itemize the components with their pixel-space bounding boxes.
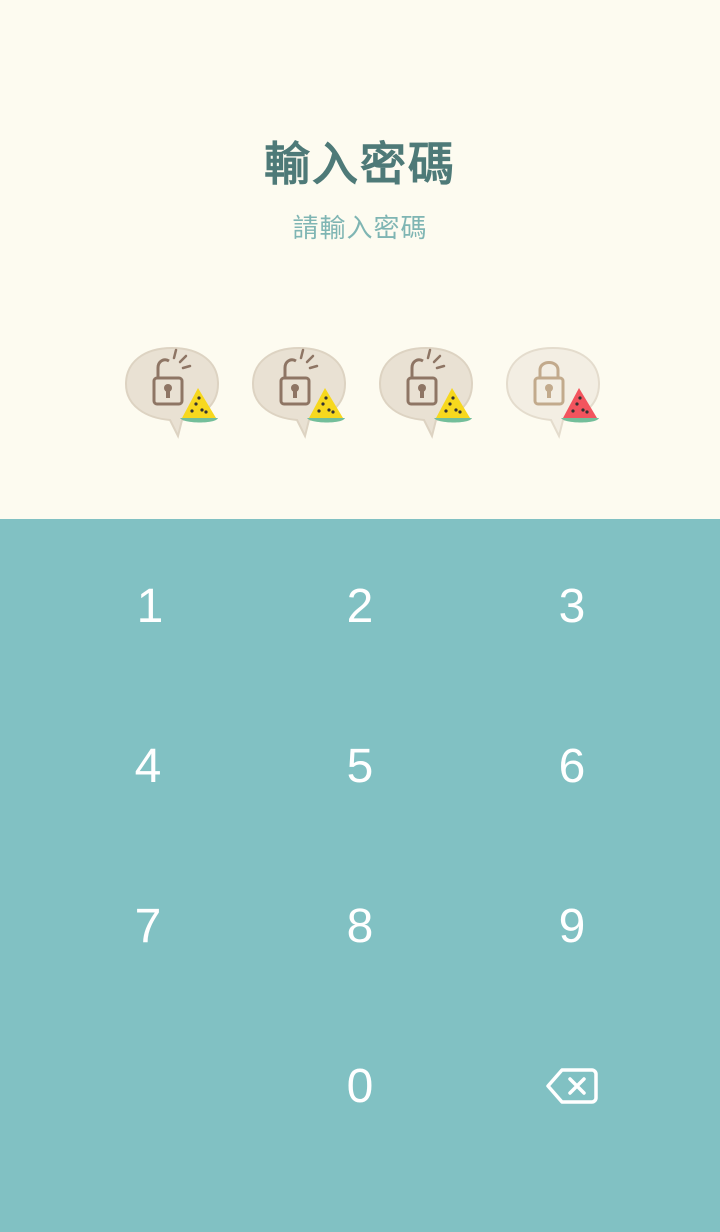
passcode-slot-3 <box>374 340 484 450</box>
passcode-slot-2 <box>247 340 357 450</box>
passcode-header-area: 輸入密碼 請輸入密碼 <box>0 0 720 519</box>
passcode-slot-4 <box>501 340 611 450</box>
unlocked-padlock-speech-bubble-icon <box>251 346 347 439</box>
unlocked-padlock-speech-bubble-icon <box>124 346 220 439</box>
key-8[interactable]: 8 <box>290 866 430 986</box>
key-2[interactable]: 2 <box>290 546 430 666</box>
key-9[interactable]: 9 <box>502 866 642 986</box>
key-7[interactable]: 7 <box>78 866 218 986</box>
locked-padlock-speech-bubble-icon <box>505 346 601 439</box>
key-5[interactable]: 5 <box>290 706 430 826</box>
page-subtitle: 請輸入密碼 <box>292 214 428 244</box>
key-0[interactable]: 0 <box>290 1026 430 1146</box>
backspace-icon <box>546 1068 598 1104</box>
numeric-keypad: 1 2 3 4 5 6 7 8 9 0 <box>0 519 720 1232</box>
passcode-slot-1 <box>120 340 230 450</box>
delete-button[interactable] <box>502 1026 642 1146</box>
key-3[interactable]: 3 <box>502 546 642 666</box>
passcode-indicator <box>0 340 720 460</box>
page-title: 輸入密碼 <box>264 137 456 191</box>
key-4[interactable]: 4 <box>78 706 218 826</box>
unlocked-padlock-speech-bubble-icon <box>378 346 474 439</box>
key-1[interactable]: 1 <box>80 546 220 666</box>
key-6[interactable]: 6 <box>502 706 642 826</box>
